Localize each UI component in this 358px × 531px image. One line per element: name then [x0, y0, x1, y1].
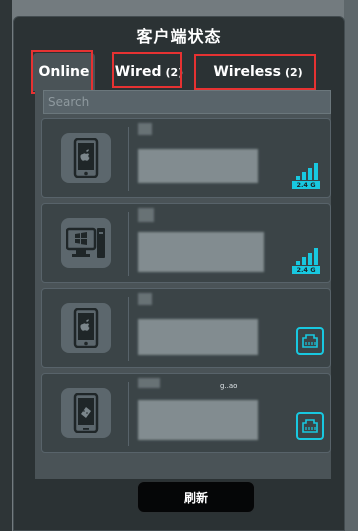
card-divider	[128, 297, 129, 361]
blurred-details	[138, 232, 264, 272]
android-phone-icon	[61, 388, 111, 438]
blurred-details	[138, 319, 258, 355]
search-input[interactable]	[43, 90, 331, 114]
tab-online-label: Online	[38, 64, 90, 80]
blurred-name	[138, 293, 152, 305]
ethernet-icon	[296, 412, 324, 440]
windows-desktop-icon	[61, 218, 111, 268]
client-card[interactable]	[41, 288, 331, 368]
blurred-name	[138, 123, 152, 135]
tab-wireless-count: (2)	[284, 65, 303, 79]
tab-wired-count: (2)	[165, 65, 184, 79]
right-edge	[344, 0, 358, 531]
card-divider	[128, 382, 129, 446]
band-label: 2.4 G	[292, 266, 320, 274]
apple-phone-icon	[61, 133, 111, 183]
blurred-details	[138, 400, 258, 440]
client-list-area: 2.4 G 2.4 G	[35, 90, 331, 479]
card-divider	[128, 127, 129, 191]
client-card[interactable]: 2.4 G	[41, 118, 331, 198]
blurred-name	[138, 208, 154, 222]
tab-wireless[interactable]: Wireless (2)	[197, 53, 319, 91]
client-name-fragment: g..ao	[220, 382, 238, 390]
tab-wired[interactable]: Wired (2)	[114, 53, 184, 91]
blurred-name	[138, 378, 160, 388]
tab-online[interactable]: Online	[33, 53, 95, 91]
client-card[interactable]: 2.4 G	[41, 203, 331, 283]
apple-phone-icon	[61, 303, 111, 353]
wifi-signal-icon: 2.4 G	[290, 163, 320, 189]
panel-title: 客户端状态	[136, 27, 222, 46]
ethernet-icon	[296, 327, 324, 355]
blurred-details	[138, 149, 258, 183]
card-divider	[128, 212, 129, 276]
tab-bar: Online Wired (2) Wireless (2)	[14, 53, 344, 93]
wifi-signal-icon: 2.4 G	[290, 248, 320, 274]
tab-wired-label: Wired	[114, 64, 162, 80]
refresh-button[interactable]: 刷新	[137, 481, 255, 513]
tab-wireless-label: Wireless	[213, 64, 281, 80]
client-card[interactable]: g..ao	[41, 373, 331, 453]
left-edge	[0, 0, 12, 531]
band-label: 2.4 G	[292, 181, 320, 189]
